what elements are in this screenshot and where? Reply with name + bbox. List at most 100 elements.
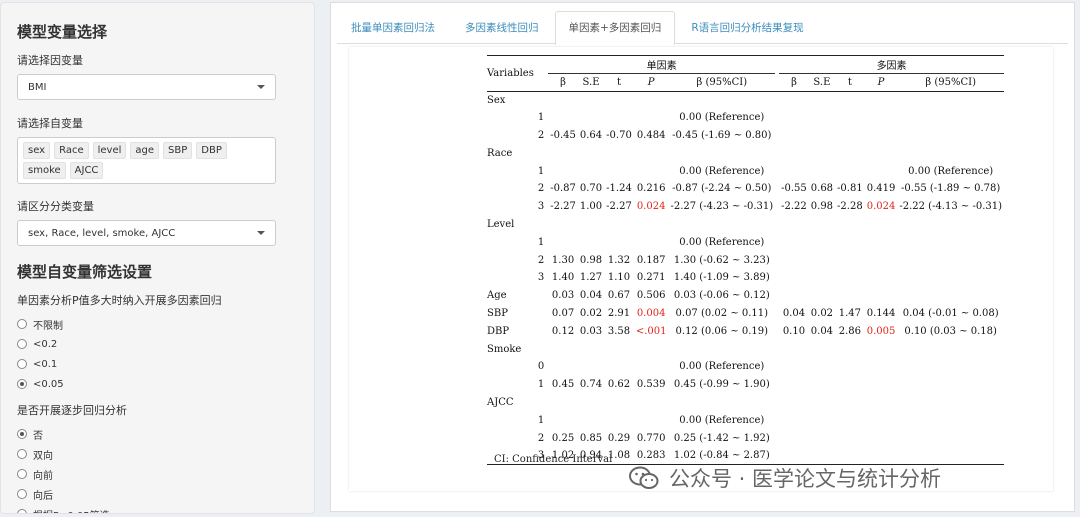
radio-checked-icon[interactable] xyxy=(17,429,27,439)
stepwise-option[interactable]: 向后 xyxy=(17,484,298,504)
tab-bar: 批量单因素回归法 多因素线性回归 单因素+多因素回归 R语言回归分析结果复现 xyxy=(337,11,1068,45)
multivariate-cell xyxy=(865,233,898,251)
univariate-cell xyxy=(548,109,578,127)
dependent-variable-select[interactable]: BMI xyxy=(17,74,276,100)
univariate-cell: 0.506 xyxy=(636,290,666,302)
univariate-cell: 0.03 (-0.06 ~ 0.12) xyxy=(673,290,770,302)
univariate-cell: 3.58 xyxy=(607,325,631,337)
table-row: 2 0.25 0.85 0.29 0.770 0.25 (-1.42 ~ 1.92) xyxy=(487,429,1004,447)
multivariate-cell xyxy=(865,411,898,429)
multivariate-cell xyxy=(865,429,898,447)
multivariate-cell xyxy=(865,216,898,234)
univariate-cell xyxy=(668,394,775,412)
univariate-cell xyxy=(578,340,604,358)
p-threshold-option-label: <0.1 xyxy=(33,358,58,370)
tab-4[interactable]: R语言回归分析结果复现 xyxy=(677,11,817,43)
multivariate-cell xyxy=(897,91,1004,109)
p-threshold-option-label: <0.05 xyxy=(33,378,64,390)
radio-unchecked-icon[interactable] xyxy=(17,319,27,329)
multivariate-cell: 0.419 xyxy=(866,183,896,195)
table-row: DBP 0.12 0.03 3.58 <.001 0.12 (0.06 ~ 0.19) 0.… xyxy=(487,322,1004,340)
univariate-cell xyxy=(548,411,578,429)
multivariate-cell: -0.81 xyxy=(837,183,863,195)
variable-name-cell: Smoke xyxy=(487,343,522,355)
level-cell: 2 xyxy=(537,130,545,142)
multivariate-cell xyxy=(897,411,1004,429)
radio-unchecked-icon[interactable] xyxy=(17,449,27,459)
multivariate-cell xyxy=(809,216,835,234)
univariate-cell: -0.70 xyxy=(606,130,632,142)
p-threshold-option[interactable]: <0.05 xyxy=(17,374,298,394)
section-title-variables: 模型变量选择 xyxy=(17,23,108,41)
multivariate-cell xyxy=(809,411,835,429)
univariate-cell xyxy=(668,144,775,162)
table-row: 1 0.00 (Reference) xyxy=(487,233,1004,251)
variable-chip[interactable]: Race xyxy=(54,142,89,159)
radio-unchecked-icon[interactable] xyxy=(17,469,27,479)
multivariate-cell xyxy=(865,127,898,145)
stepwise-option[interactable]: 双向 xyxy=(17,444,298,464)
variables-header: Variables xyxy=(487,55,536,92)
level-cell: 2 xyxy=(537,432,545,444)
radio-unchecked-icon[interactable] xyxy=(17,509,27,513)
stepwise-option-label: 双向 xyxy=(33,450,53,462)
radio-unchecked-icon[interactable] xyxy=(17,339,27,349)
level-cell: 2 xyxy=(537,254,545,266)
p-threshold-option[interactable]: 不限制 xyxy=(17,314,298,334)
level-cell xyxy=(536,322,548,340)
variable-chip[interactable]: SBP xyxy=(163,142,193,159)
level-cell: 1 xyxy=(537,112,545,124)
multivariate-cell xyxy=(835,233,865,251)
univariate-cell xyxy=(634,340,669,358)
univariate-cell xyxy=(604,216,634,234)
univariate-cell: 1.10 xyxy=(607,272,631,284)
univariate-cell: 2.91 xyxy=(607,308,631,320)
variable-chip[interactable]: AJCC xyxy=(69,162,104,179)
multivariate-cell xyxy=(897,109,1004,127)
variable-chip[interactable]: smoke xyxy=(23,162,66,179)
variable-chip[interactable]: sex xyxy=(23,142,51,159)
categorical-variables-select[interactable]: sex, Race, level, smoke, AJCC xyxy=(17,220,276,246)
variable-name-cell: DBP xyxy=(487,325,510,337)
multivariate-cell xyxy=(897,233,1004,251)
variable-chip[interactable]: age xyxy=(130,142,160,159)
multivariate-cell xyxy=(897,144,1004,162)
univariate-cell xyxy=(578,162,604,180)
univariate-cell xyxy=(548,394,578,412)
multivariate-cell: 0.04 xyxy=(810,325,834,337)
stepwise-option[interactable]: 向前 xyxy=(17,464,298,484)
univariate-cell xyxy=(604,109,634,127)
stepwise-option[interactable]: 根据P<0.05筛选 xyxy=(17,504,298,513)
p-threshold-option[interactable]: <0.1 xyxy=(17,354,298,374)
radio-unchecked-icon[interactable] xyxy=(17,489,27,499)
univariate-cell: 0.024 xyxy=(636,201,666,213)
radio-unchecked-icon[interactable] xyxy=(17,359,27,369)
univariate-cell xyxy=(578,358,604,376)
stepwise-option[interactable]: 否 xyxy=(17,424,298,444)
radio-checked-icon[interactable] xyxy=(17,379,27,389)
multivariate-cell xyxy=(809,429,835,447)
univariate-cell xyxy=(578,233,604,251)
level-cell: 1 xyxy=(537,379,545,391)
univariate-cell xyxy=(604,394,634,412)
p-threshold-option[interactable]: <0.2 xyxy=(17,334,298,354)
multivariate-cell xyxy=(779,251,809,269)
stepwise-option-label: 向后 xyxy=(33,490,53,502)
p-threshold-radio-group: 不限制 <0.2 <0.1 <0.05 xyxy=(17,314,298,394)
variable-chip[interactable]: DBP xyxy=(196,142,227,159)
variable-name-cell: Age xyxy=(487,290,507,302)
tab-3[interactable]: 单因素+多因素回归 xyxy=(554,11,676,45)
independent-variables-multiselect[interactable]: sex Race level age SBP DBP smoke AJCC xyxy=(17,137,276,184)
level-cell xyxy=(536,287,548,305)
univariate-cell xyxy=(604,233,634,251)
variable-chip[interactable]: level xyxy=(92,142,127,159)
tab-2[interactable]: 多因素线性回归 xyxy=(451,11,553,43)
multivariate-cell xyxy=(809,287,835,305)
multivariate-cell xyxy=(897,394,1004,412)
table-row: AJCC xyxy=(487,394,1004,412)
watermark: 公众号 · 医学论文与统计分析 xyxy=(629,463,941,493)
multivariate-cell xyxy=(779,144,809,162)
multivariate-cell xyxy=(897,269,1004,287)
tab-1[interactable]: 批量单因素回归法 xyxy=(337,11,449,43)
wechat-icon xyxy=(629,466,659,489)
